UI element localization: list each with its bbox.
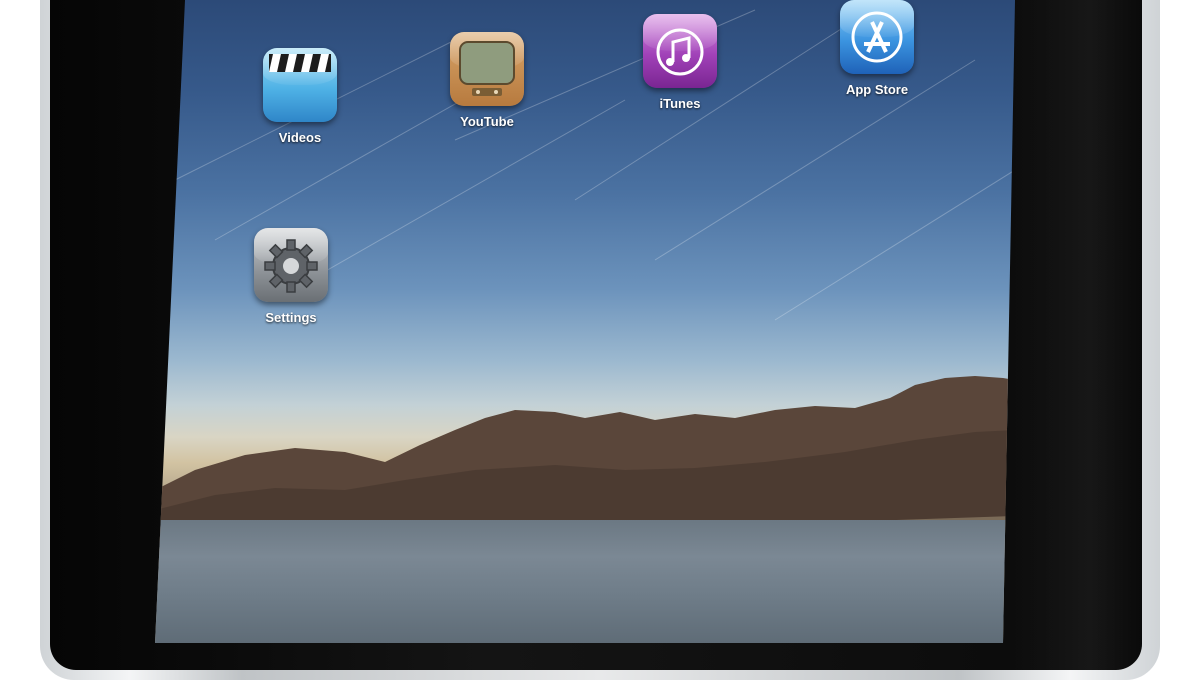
app-label-itunes: iTunes [659,96,701,111]
app-label-settings: Settings [265,310,317,325]
wallpaper-lake [155,520,1015,643]
clapperboard-icon [263,48,337,122]
app-itunes[interactable]: iTunes [625,14,735,111]
tv-icon [450,32,524,106]
gear-icon [254,228,328,302]
app-label-app-store: App Store [845,82,909,97]
app-label-videos: Videos [278,130,322,145]
app-settings[interactable]: Settings [236,228,346,325]
app-store-icon [840,0,914,74]
app-app-store[interactable]: App Store [822,0,932,97]
app-label-youtube: YouTube [460,114,514,129]
music-note-icon [643,14,717,88]
app-youtube[interactable]: YouTube [432,32,542,129]
app-videos[interactable]: Videos [245,48,355,145]
bezel-sheen [1012,0,1142,670]
